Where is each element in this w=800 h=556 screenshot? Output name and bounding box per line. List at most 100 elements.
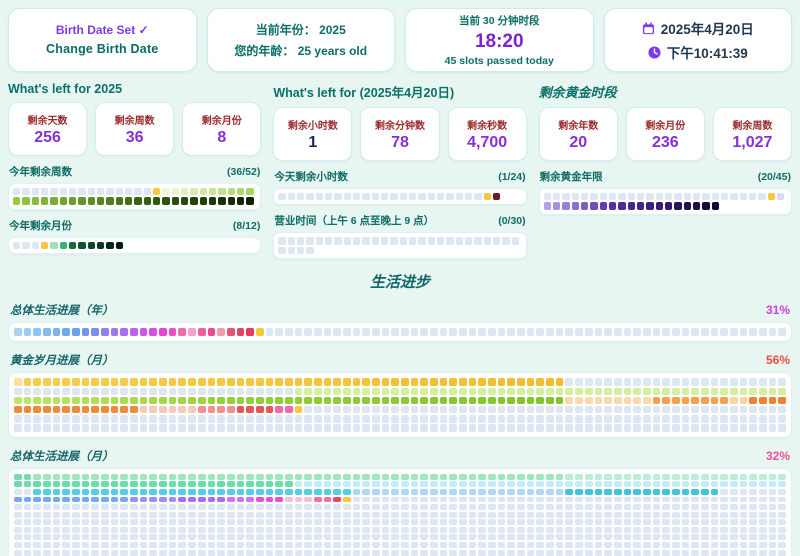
time-square xyxy=(178,534,186,540)
time-square xyxy=(624,527,632,533)
time-square xyxy=(401,378,409,386)
time-square xyxy=(266,519,274,525)
time-square xyxy=(720,534,728,540)
time-square xyxy=(82,415,90,423)
time-square xyxy=(633,542,641,548)
time-square xyxy=(711,497,719,503)
time-square xyxy=(217,489,225,495)
time-square xyxy=(604,527,612,533)
time-square xyxy=(604,534,612,540)
time-square xyxy=(604,512,612,518)
time-square xyxy=(362,527,370,533)
time-square xyxy=(691,489,699,495)
time-square xyxy=(440,328,448,336)
time-square xyxy=(693,202,700,209)
time-square xyxy=(227,504,235,510)
time-square xyxy=(178,424,186,432)
time-square xyxy=(43,534,51,540)
time-square xyxy=(701,406,709,414)
time-square xyxy=(178,519,186,525)
time-square xyxy=(575,424,583,432)
date-line: 2025年4月20日 xyxy=(642,18,754,38)
change-birth-date-button[interactable]: Change Birth Date xyxy=(40,41,164,57)
time-square xyxy=(609,202,616,209)
time-square xyxy=(217,550,225,556)
time-square xyxy=(227,474,235,480)
time-square xyxy=(449,397,457,405)
time-square xyxy=(653,497,661,503)
time-square xyxy=(682,415,690,423)
time-square xyxy=(304,527,312,533)
time-square xyxy=(672,397,680,405)
time-square xyxy=(217,406,225,414)
time-square xyxy=(488,378,496,386)
time-square xyxy=(266,497,274,503)
time-square xyxy=(517,328,525,336)
time-square xyxy=(624,474,632,480)
time-square xyxy=(672,527,680,533)
time-square xyxy=(120,481,128,487)
time-square xyxy=(306,247,313,254)
time-square xyxy=(420,534,428,540)
time-square xyxy=(701,497,709,503)
time-square xyxy=(662,497,670,503)
time-square xyxy=(391,497,399,503)
time-square xyxy=(120,512,128,518)
time-square xyxy=(130,328,138,336)
time-square xyxy=(595,424,603,432)
time-square xyxy=(740,388,748,396)
time-square xyxy=(353,504,361,510)
time-square xyxy=(62,542,70,548)
time-square xyxy=(614,550,622,556)
time-square xyxy=(536,550,544,556)
time-square xyxy=(556,504,564,510)
time-square xyxy=(565,519,573,525)
time-square xyxy=(536,519,544,525)
time-square xyxy=(181,197,188,204)
time-square xyxy=(304,497,312,503)
time-square xyxy=(546,474,554,480)
time-square xyxy=(256,481,264,487)
time-square xyxy=(575,512,583,518)
time-square xyxy=(120,406,128,414)
time-square xyxy=(372,512,380,518)
time-square xyxy=(111,388,119,396)
time-square xyxy=(295,527,303,533)
time-square xyxy=(91,519,99,525)
time-square xyxy=(33,388,41,396)
time-square xyxy=(295,406,303,414)
time-square xyxy=(575,542,583,548)
time-square xyxy=(314,512,322,518)
time-square xyxy=(624,519,632,525)
time-square xyxy=(391,504,399,510)
time-square xyxy=(465,237,472,244)
time-square xyxy=(324,378,332,386)
time-square xyxy=(498,497,506,503)
time-square xyxy=(297,247,304,254)
time-square xyxy=(246,415,254,423)
time-square xyxy=(120,534,128,540)
time-square xyxy=(507,388,515,396)
time-square xyxy=(440,542,448,548)
time-square xyxy=(575,406,583,414)
time-square xyxy=(266,378,274,386)
time-square xyxy=(188,424,196,432)
time-square xyxy=(691,504,699,510)
time-square xyxy=(33,550,41,556)
time-square xyxy=(314,474,322,480)
time-square xyxy=(440,406,448,414)
time-square xyxy=(178,550,186,556)
golden-years-left-grid xyxy=(539,188,792,215)
stat-label: 剩余秒数 xyxy=(467,117,507,132)
time-square xyxy=(740,534,748,540)
time-square xyxy=(169,497,177,503)
time-square xyxy=(62,397,70,405)
time-square xyxy=(14,550,22,556)
stat-cards: 剩余天数256剩余周数36剩余月份8 xyxy=(8,102,261,156)
time-square xyxy=(614,406,622,414)
time-square xyxy=(101,504,109,510)
time-square xyxy=(662,388,670,396)
time-square xyxy=(672,534,680,540)
time-square xyxy=(740,328,748,336)
time-square xyxy=(53,527,61,533)
